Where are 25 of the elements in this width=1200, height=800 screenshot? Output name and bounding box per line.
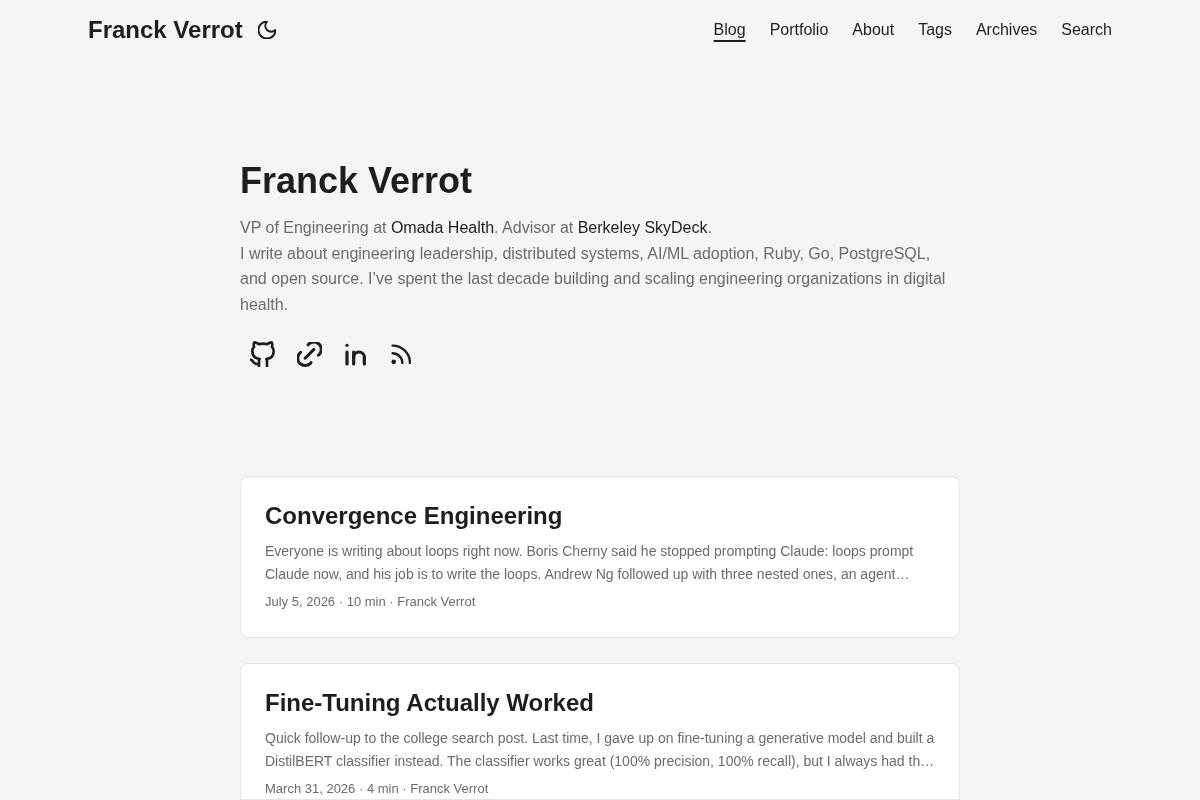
profile-name: Franck Verrot — [240, 159, 474, 202]
company-link[interactable]: Berkeley SkyDeck — [577, 219, 708, 236]
github-icon — [250, 341, 276, 368]
moon-icon — [257, 21, 276, 39]
post-meta: July 5, 2026 · 10 min · Franck Verrot — [265, 593, 477, 612]
affiliation-text: VP of Engineering at Omada Health. Advisor at Berkeley SkyDeck. — [240, 218, 713, 238]
nav-link[interactable]: About — [852, 19, 895, 41]
nav-link[interactable]: Blog — [713, 19, 746, 41]
nav-link[interactable]: Archives — [975, 19, 1038, 41]
link-icon — [296, 341, 322, 367]
post-title: Convergence Engineering — [265, 501, 564, 532]
nav-link[interactable]: Search — [1061, 19, 1112, 41]
post-excerpt: Quick follow-up to the college search post. Last time, I gave up on fine-tuning a generative model and built a DistilBERT classifier instead. The classifier works great (100% precision, 100% recall), but I always had th… — [265, 729, 935, 771]
rss-icon — [391, 344, 411, 365]
nav-link[interactable]: Portfolio — [769, 19, 829, 41]
site-title[interactable]: Franck Verrot — [88, 15, 243, 45]
post-meta: March 31, 2026 · 4 min · Franck Verrot — [265, 780, 490, 799]
post-excerpt: Everyone is writing about loops right now. Boris Cherny said he stopped prompting Claude: loops prompt Claude now, and his job is to write the loops. Andrew Ng followed up with three nested ones, an agent… — [265, 542, 915, 584]
nav-link[interactable]: Tags — [918, 19, 952, 41]
company-link[interactable]: Omada Health — [390, 219, 495, 236]
bio-text: I write about engineering leadership, distributed systems, AI/ML adoption, Ruby, Go, PostgreSQL, and open source. I’ve spent the last decade building and scaling engineering organizations in digital health. — [240, 243, 947, 315]
post-card[interactable] — [240, 663, 960, 800]
post-title: Fine-Tuning Actually Worked — [265, 688, 595, 719]
post-card[interactable] — [240, 476, 960, 639]
linkedin-icon — [343, 342, 367, 367]
